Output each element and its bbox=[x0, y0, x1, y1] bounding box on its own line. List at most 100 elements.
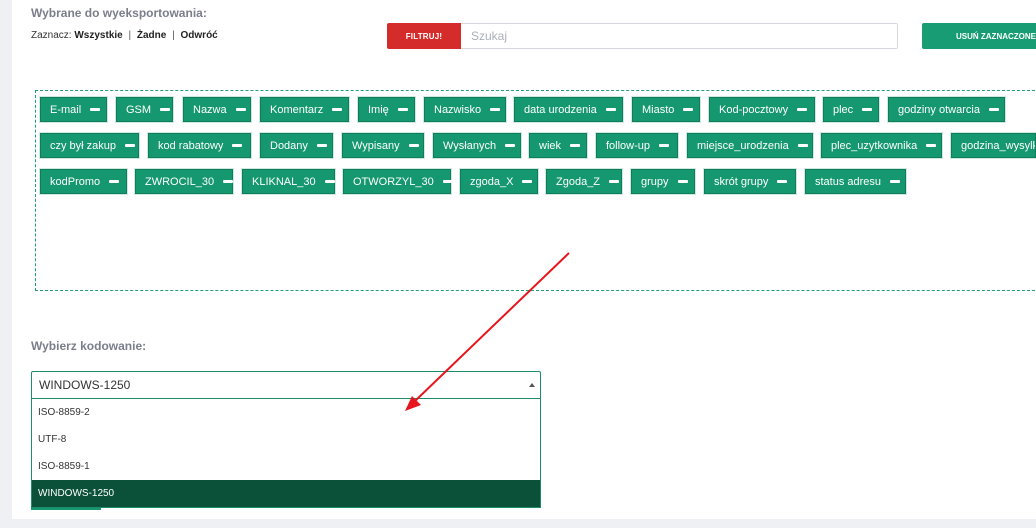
field-tag[interactable]: plec_uzytkownika bbox=[821, 133, 942, 158]
field-tag-label: kod rabatowy bbox=[158, 139, 224, 152]
field-tag[interactable]: czy był zakup bbox=[40, 133, 139, 158]
remove-icon[interactable] bbox=[797, 108, 808, 111]
field-tag-label: status adresu bbox=[815, 175, 882, 188]
encoding-select[interactable]: WINDOWS-1250 bbox=[31, 371, 541, 398]
select-none-link[interactable]: Żadne bbox=[137, 30, 166, 41]
remove-icon[interactable] bbox=[890, 180, 901, 183]
remove-icon[interactable] bbox=[109, 180, 120, 183]
field-tag-label: Nazwisko bbox=[434, 103, 482, 116]
hidden-submit-button-edge[interactable] bbox=[31, 508, 101, 510]
field-tag[interactable]: grupy bbox=[631, 169, 695, 194]
remove-icon[interactable] bbox=[408, 144, 419, 147]
remove-icon[interactable] bbox=[777, 180, 788, 183]
remove-icon[interactable] bbox=[797, 144, 808, 147]
field-tag[interactable]: ZWROCIL_30 bbox=[135, 169, 234, 194]
field-tag-label: KLIKNAL_30 bbox=[252, 175, 316, 188]
field-tag-label: miejsce_urodzenia bbox=[697, 139, 789, 152]
field-tag[interactable]: godziny otwarcia bbox=[888, 97, 1005, 122]
separator: | bbox=[128, 30, 132, 41]
search-input[interactable] bbox=[461, 23, 898, 49]
remove-icon[interactable] bbox=[609, 180, 620, 183]
field-tag-label: Kod-pocztowy bbox=[719, 103, 789, 116]
encoding-option[interactable]: ISO-8859-2 bbox=[32, 399, 540, 426]
encoding-option-selected[interactable]: WINDOWS-1250 bbox=[32, 480, 540, 507]
encoding-option[interactable]: UTF-8 bbox=[32, 426, 540, 453]
remove-icon[interactable] bbox=[522, 180, 533, 183]
field-tag[interactable]: godzina_wysylki bbox=[951, 133, 1036, 158]
field-tag[interactable]: follow-up bbox=[596, 133, 678, 158]
field-tag-label: godzina_wysylki bbox=[961, 139, 1036, 152]
remove-icon[interactable] bbox=[125, 144, 136, 147]
remove-icon[interactable] bbox=[677, 180, 688, 183]
field-tag-label: follow-up bbox=[606, 139, 651, 152]
field-tag-label: grupy bbox=[641, 175, 669, 188]
field-tag-label: GSM bbox=[126, 103, 152, 116]
field-tag[interactable]: kod rabatowy bbox=[148, 133, 251, 158]
field-tag[interactable]: plec bbox=[823, 97, 879, 122]
field-tag-label: OTWORZYL_30 bbox=[353, 175, 434, 188]
remove-icon[interactable] bbox=[605, 108, 616, 111]
field-tag-label: plec_uzytkownika bbox=[831, 139, 918, 152]
field-tag-label: Komentarz bbox=[270, 103, 324, 116]
filter-button[interactable]: FILTRUJ! bbox=[387, 23, 461, 49]
field-tag[interactable]: skrót grupy bbox=[704, 169, 796, 194]
field-tag[interactable]: Dodany bbox=[260, 133, 333, 158]
field-tag[interactable]: Wysłanych bbox=[433, 133, 521, 158]
field-tag[interactable]: Nazwisko bbox=[424, 97, 506, 122]
remove-icon[interactable] bbox=[442, 180, 453, 183]
field-tag[interactable]: Kod-pocztowy bbox=[709, 97, 815, 122]
select-links: Zaznacz: Wszystkie | Żadne | Odwróć bbox=[31, 30, 218, 41]
remove-icon[interactable] bbox=[160, 108, 171, 111]
separator: | bbox=[172, 30, 175, 41]
remove-icon[interactable] bbox=[926, 144, 937, 147]
remove-icon[interactable] bbox=[988, 108, 999, 111]
remove-icon[interactable] bbox=[490, 108, 501, 111]
remove-icon[interactable] bbox=[316, 144, 327, 147]
remove-icon[interactable] bbox=[232, 144, 243, 147]
remove-icon[interactable] bbox=[683, 108, 694, 111]
field-tag[interactable]: data urodzenia bbox=[514, 97, 623, 122]
field-tag-label: czy był zakup bbox=[50, 139, 117, 152]
field-tag[interactable]: Komentarz bbox=[260, 97, 349, 122]
field-tag[interactable]: Nazwa bbox=[183, 97, 251, 122]
field-tag[interactable]: OTWORZYL_30 bbox=[343, 169, 453, 194]
field-tag-label: Nazwa bbox=[193, 103, 227, 116]
remove-icon[interactable] bbox=[397, 108, 408, 111]
field-tag-label: Dodany bbox=[270, 139, 308, 152]
field-tag[interactable]: Miasto bbox=[632, 97, 700, 122]
remove-icon[interactable] bbox=[332, 108, 343, 111]
field-tag-label: Miasto bbox=[642, 103, 675, 116]
remove-icon[interactable] bbox=[570, 144, 581, 147]
field-tag[interactable]: Imię bbox=[358, 97, 415, 122]
remove-icon[interactable] bbox=[324, 180, 335, 183]
select-all-link[interactable]: Wszystkie bbox=[74, 30, 122, 41]
encoding-option[interactable]: ISO-8859-1 bbox=[32, 453, 540, 480]
field-tag[interactable]: KLIKNAL_30 bbox=[242, 169, 335, 194]
field-tag[interactable]: kodPromo bbox=[40, 169, 127, 194]
field-tag[interactable]: miejsce_urodzenia bbox=[687, 133, 813, 158]
field-tag[interactable]: GSM bbox=[116, 97, 173, 122]
remove-icon[interactable] bbox=[223, 180, 234, 183]
remove-icon[interactable] bbox=[862, 108, 873, 111]
field-tag[interactable]: status adresu bbox=[805, 169, 906, 194]
remove-icon[interactable] bbox=[659, 144, 670, 147]
encoding-dropdown-list: ISO-8859-2 UTF-8 ISO-8859-1 WINDOWS-1250 bbox=[31, 398, 541, 508]
remove-icon[interactable] bbox=[90, 108, 101, 111]
remove-icon[interactable] bbox=[235, 108, 246, 111]
remove-icon[interactable] bbox=[505, 144, 516, 147]
field-tag[interactable]: Wypisany bbox=[342, 133, 424, 158]
field-tag-label: data urodzenia bbox=[524, 103, 597, 116]
field-tag[interactable]: Zgoda_Z bbox=[546, 169, 622, 194]
field-tag-label: ZWROCIL_30 bbox=[145, 175, 215, 188]
field-tag-label: Imię bbox=[368, 103, 389, 116]
select-prefix: Zaznacz: bbox=[31, 30, 72, 41]
field-tag[interactable]: E-mail bbox=[40, 97, 107, 122]
field-tag[interactable]: zgoda_X bbox=[460, 169, 538, 194]
field-tag-label: wiek bbox=[539, 139, 562, 152]
export-section-title: Wybrane do wyeksportowania: bbox=[31, 6, 207, 20]
field-tag[interactable]: wiek bbox=[529, 133, 587, 158]
select-invert-link[interactable]: Odwróć bbox=[181, 30, 218, 41]
field-tag-label: Wypisany bbox=[352, 139, 400, 152]
remove-selected-button[interactable]: USUŃ ZAZNACZONE bbox=[922, 23, 1036, 49]
encoding-title: Wybierz kodowanie: bbox=[31, 339, 147, 353]
